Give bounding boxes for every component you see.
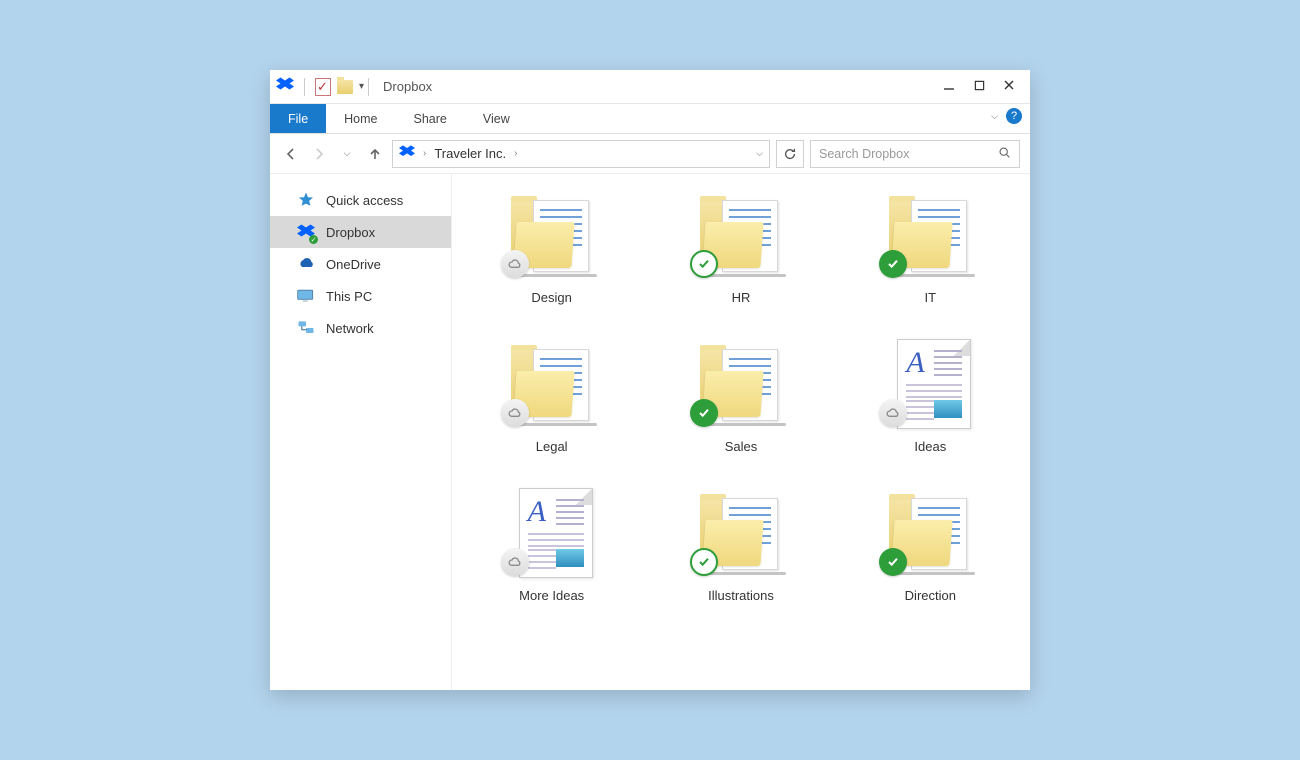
navbar: ⌵ › Traveler Inc. › ⌵ <box>270 134 1030 174</box>
file-item-label: Ideas <box>914 439 946 454</box>
breadcrumb-chevron-icon: › <box>423 148 426 159</box>
pc-icon <box>296 286 316 306</box>
address-dropbox-icon <box>399 144 415 163</box>
file-item-label: More Ideas <box>519 588 584 603</box>
refresh-button[interactable] <box>776 140 804 168</box>
sidebar: Quick access ✓ Dropbox OneDrive This <box>270 174 452 690</box>
file-item-label: Illustrations <box>708 588 774 603</box>
document-icon: A <box>519 488 593 578</box>
maximize-button[interactable] <box>970 79 988 94</box>
sync-status-badge <box>501 548 529 576</box>
sidebar-item-quick-access[interactable]: Quick access <box>270 184 451 216</box>
sidebar-item-label: Quick access <box>326 193 403 208</box>
search-box[interactable] <box>810 140 1020 168</box>
file-item[interactable]: Legal <box>462 337 641 454</box>
minimize-button[interactable] <box>940 79 958 94</box>
address-bar[interactable]: › Traveler Inc. › ⌵ <box>392 140 770 168</box>
file-item[interactable]: IT <box>841 188 1020 305</box>
explorer-window: ✓ ▾ Dropbox File Home Share View ⌵ <box>270 70 1030 690</box>
search-input[interactable] <box>819 147 998 161</box>
nav-up-button[interactable] <box>364 143 386 165</box>
sidebar-item-label: Network <box>326 321 374 336</box>
sidebar-item-onedrive[interactable]: OneDrive <box>270 248 451 280</box>
onedrive-icon <box>296 254 316 274</box>
tab-home[interactable]: Home <box>326 104 395 133</box>
file-item-label: Direction <box>905 588 956 603</box>
sidebar-item-label: This PC <box>326 289 372 304</box>
quick-access-toolbar: ✓ ▾ <box>276 76 364 97</box>
properties-icon[interactable]: ✓ <box>315 78 331 96</box>
tab-file[interactable]: File <box>270 104 326 133</box>
sync-status-badge <box>690 250 718 278</box>
sync-status-badge <box>501 250 529 278</box>
folder-icon[interactable] <box>337 80 353 94</box>
breadcrumb-root[interactable]: Traveler Inc. <box>434 146 506 161</box>
document-icon: A <box>897 339 971 429</box>
tab-view[interactable]: View <box>465 104 528 133</box>
sidebar-item-dropbox[interactable]: ✓ Dropbox <box>270 216 451 248</box>
file-item[interactable]: HR <box>651 188 830 305</box>
sidebar-item-label: Dropbox <box>326 225 375 240</box>
file-item[interactable]: A More Ideas <box>462 486 641 603</box>
search-icon[interactable] <box>998 146 1011 162</box>
file-item-label: HR <box>732 290 751 305</box>
dropbox-icon: ✓ <box>296 222 316 242</box>
sidebar-item-label: OneDrive <box>326 257 381 272</box>
sync-status-badge <box>690 399 718 427</box>
qat-dropdown-icon[interactable]: ▾ <box>359 81 364 92</box>
network-icon <box>296 318 316 338</box>
sidebar-item-network[interactable]: Network <box>270 312 451 344</box>
file-item-label: Sales <box>725 439 758 454</box>
file-item[interactable]: Illustrations <box>651 486 830 603</box>
sync-status-badge <box>690 548 718 576</box>
sidebar-item-this-pc[interactable]: This PC <box>270 280 451 312</box>
nav-back-button[interactable] <box>280 143 302 165</box>
content-pane: Design HR IT Legal SalesA IdeasA More Id… <box>452 174 1030 690</box>
file-item-label: Legal <box>536 439 568 454</box>
nav-forward-button[interactable] <box>308 143 330 165</box>
file-item[interactable]: Design <box>462 188 641 305</box>
address-dropdown-icon[interactable]: ⌵ <box>756 148 763 159</box>
file-item-label: Design <box>531 290 571 305</box>
file-item[interactable]: Direction <box>841 486 1020 603</box>
star-icon <box>296 190 316 210</box>
breadcrumb-chevron-icon: › <box>514 148 517 159</box>
file-item-label: IT <box>925 290 937 305</box>
help-button[interactable]: ? <box>1006 108 1022 124</box>
tab-share[interactable]: Share <box>396 104 465 133</box>
ribbon: File Home Share View ⌵ ? <box>270 104 1030 134</box>
dropbox-icon <box>276 76 294 97</box>
sync-status-badge <box>501 399 529 427</box>
nav-history-dropdown[interactable]: ⌵ <box>336 143 358 165</box>
file-item[interactable]: Sales <box>651 337 830 454</box>
ribbon-collapse-icon[interactable]: ⌵ <box>991 111 998 122</box>
titlebar: ✓ ▾ Dropbox <box>270 70 1030 104</box>
close-button[interactable] <box>1000 79 1018 94</box>
window-title: Dropbox <box>383 79 432 94</box>
file-item[interactable]: A Ideas <box>841 337 1020 454</box>
